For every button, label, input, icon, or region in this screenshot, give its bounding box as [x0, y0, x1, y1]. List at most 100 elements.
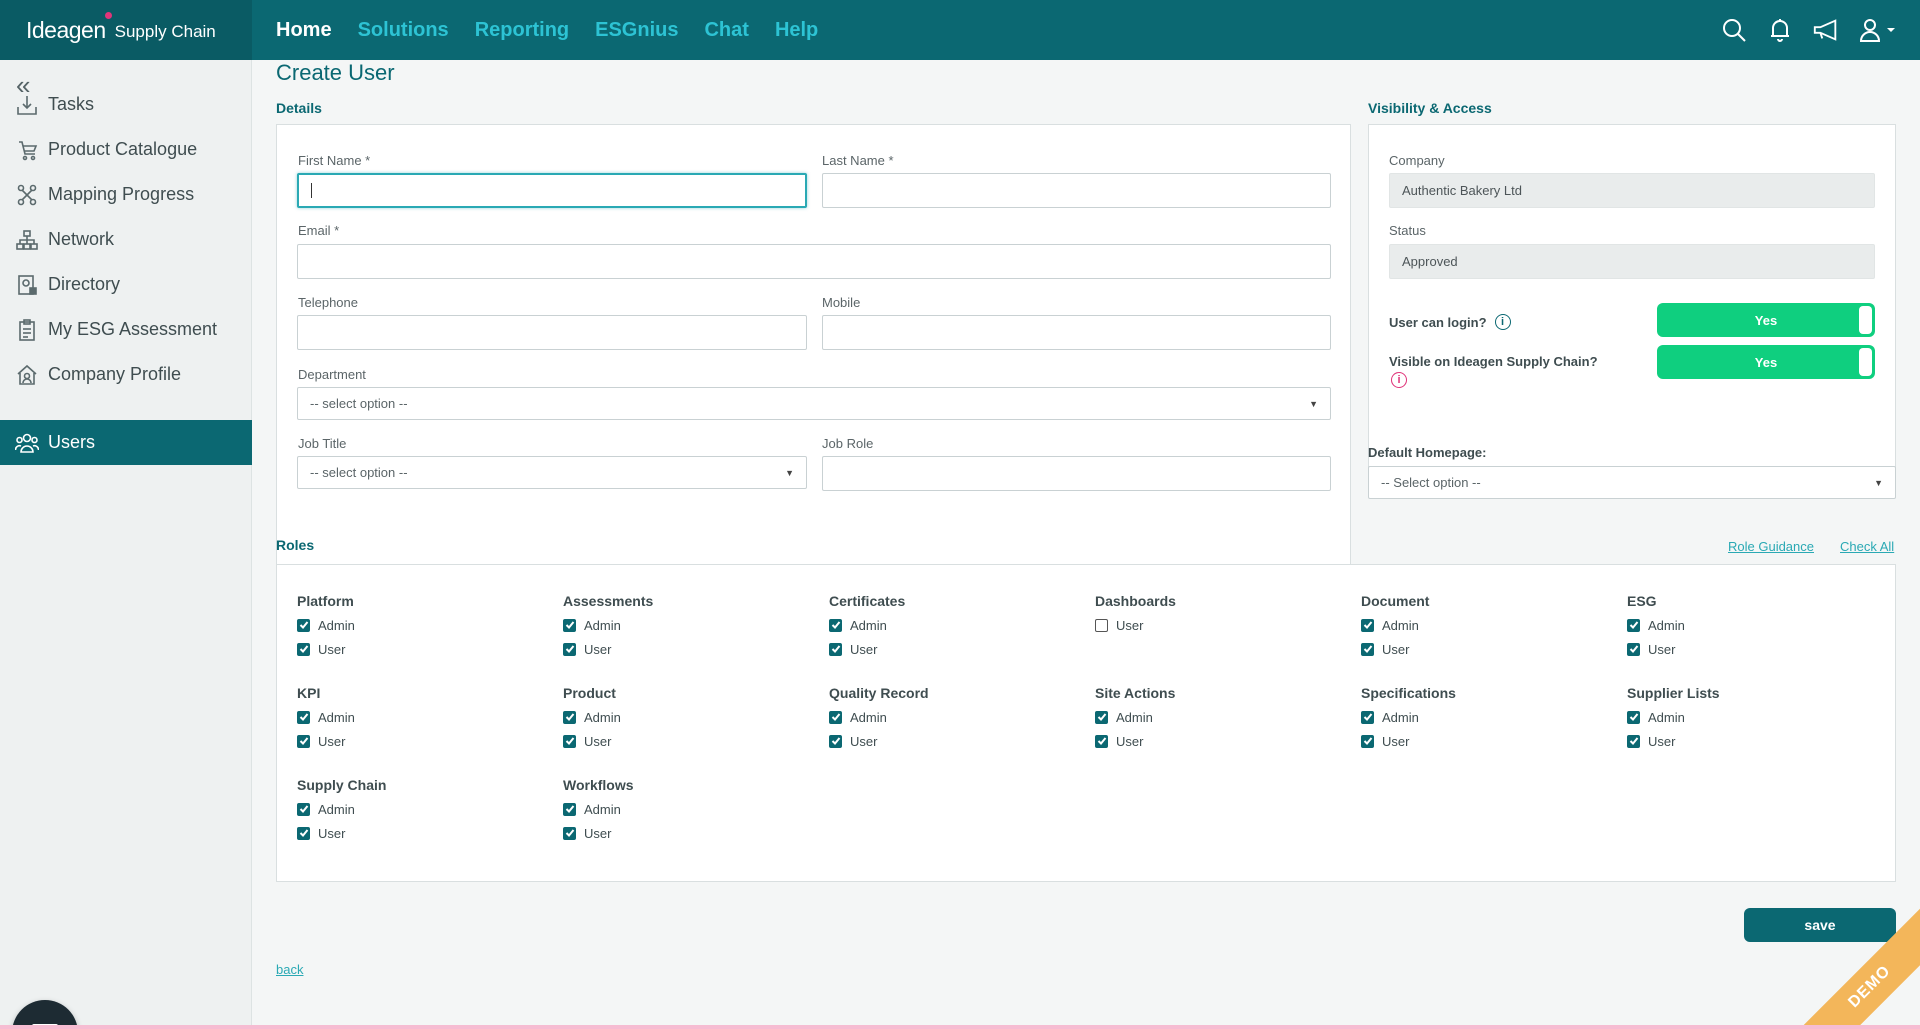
nav-solutions[interactable]: Solutions: [358, 19, 449, 42]
role-option-label: Admin: [1648, 617, 1685, 633]
role-group-title: Supply Chain: [297, 777, 387, 793]
role-option-user[interactable]: User: [563, 729, 803, 753]
job-title-select[interactable]: -- select option -- ▼: [297, 456, 807, 489]
user-can-login-toggle[interactable]: Yes: [1657, 303, 1875, 337]
checkbox-unchecked[interactable]: [1095, 618, 1108, 632]
role-option-admin[interactable]: Admin: [563, 705, 803, 729]
checkbox-checked[interactable]: [297, 618, 310, 632]
checkbox-checked[interactable]: [297, 734, 310, 748]
role-group-kpi: KPI Admin User: [297, 685, 537, 753]
nav-help[interactable]: Help: [775, 19, 818, 42]
users-icon: [14, 430, 40, 456]
checkbox-checked[interactable]: [563, 734, 576, 748]
info-icon[interactable]: i: [1494, 314, 1511, 330]
role-option-user[interactable]: User: [1627, 637, 1867, 661]
tray-icon: [14, 92, 40, 118]
logo[interactable]: Ideagen Supply Chain: [0, 0, 252, 60]
checkbox-checked[interactable]: [1627, 734, 1640, 748]
role-option-user[interactable]: User: [1095, 729, 1335, 753]
role-option-user[interactable]: User: [297, 637, 537, 661]
role-option-user[interactable]: User: [297, 729, 537, 753]
role-guidance-link[interactable]: Role Guidance: [1728, 539, 1814, 554]
sidebar-item-tasks[interactable]: Tasks: [0, 82, 252, 127]
nav-home[interactable]: Home: [276, 19, 332, 42]
role-option-admin[interactable]: Admin: [1361, 613, 1601, 637]
search-icon[interactable]: [1720, 16, 1748, 44]
role-option-label: User: [318, 641, 346, 657]
checkbox-checked[interactable]: [1095, 710, 1108, 724]
back-link[interactable]: back: [276, 962, 303, 977]
sidebar-item-network[interactable]: Network: [0, 217, 252, 262]
checkbox-checked[interactable]: [1361, 734, 1374, 748]
checkbox-checked[interactable]: [1361, 642, 1374, 656]
role-option-user[interactable]: User: [829, 729, 1069, 753]
role-option-user[interactable]: User: [1627, 729, 1867, 753]
checkbox-checked[interactable]: [1627, 710, 1640, 724]
check-all-link[interactable]: Check All: [1840, 539, 1894, 554]
role-option-admin[interactable]: Admin: [829, 613, 1069, 637]
role-option-admin[interactable]: Admin: [829, 705, 1069, 729]
checkbox-checked[interactable]: [1095, 734, 1108, 748]
checkbox-checked[interactable]: [563, 802, 576, 816]
checkbox-checked[interactable]: [1361, 618, 1374, 632]
job-role-field[interactable]: [822, 456, 1331, 491]
checkbox-checked[interactable]: [1627, 642, 1640, 656]
sidebar-item-directory[interactable]: Directory: [0, 262, 252, 307]
role-option-label: Admin: [1382, 617, 1419, 633]
nav-reporting[interactable]: Reporting: [475, 19, 569, 42]
role-option-admin[interactable]: Admin: [1627, 705, 1867, 729]
role-option-admin[interactable]: Admin: [297, 705, 537, 729]
checkbox-checked[interactable]: [829, 734, 842, 748]
first-name-field[interactable]: [297, 173, 807, 208]
role-option-user[interactable]: User: [297, 821, 537, 845]
role-option-admin[interactable]: Admin: [297, 797, 537, 821]
nav-esgnius[interactable]: ESGnius: [595, 19, 678, 42]
nav-chat[interactable]: Chat: [704, 19, 748, 42]
role-option-admin[interactable]: Admin: [1627, 613, 1867, 637]
role-option-user[interactable]: User: [563, 821, 803, 845]
email-field[interactable]: [297, 244, 1331, 279]
checkbox-checked[interactable]: [1627, 618, 1640, 632]
role-option-admin[interactable]: Admin: [563, 797, 803, 821]
checkbox-checked[interactable]: [297, 642, 310, 656]
sidebar-item-mapping-progress[interactable]: Mapping Progress: [0, 172, 252, 217]
role-option-user[interactable]: User: [563, 637, 803, 661]
department-select[interactable]: -- select option -- ▼: [297, 387, 1331, 420]
checkbox-checked[interactable]: [563, 826, 576, 840]
role-option-admin[interactable]: Admin: [563, 613, 803, 637]
role-option-admin[interactable]: Admin: [1095, 705, 1335, 729]
role-option-user[interactable]: User: [829, 637, 1069, 661]
checkbox-checked[interactable]: [563, 618, 576, 632]
sidebar-item-product-catalogue[interactable]: Product Catalogue: [0, 127, 252, 172]
role-group-title: Document: [1361, 593, 1430, 609]
checkbox-checked[interactable]: [563, 642, 576, 656]
role-option-user[interactable]: User: [1361, 637, 1601, 661]
bell-icon[interactable]: [1766, 16, 1794, 44]
company-icon: [14, 362, 40, 388]
role-option-user[interactable]: User: [1095, 613, 1335, 637]
checkbox-checked[interactable]: [829, 642, 842, 656]
user-icon[interactable]: [1858, 16, 1898, 44]
default-homepage-select[interactable]: -- Select option -- ▼: [1368, 466, 1896, 499]
last-name-field[interactable]: [822, 173, 1331, 208]
info-icon[interactable]: i: [1391, 372, 1407, 388]
checkbox-checked[interactable]: [829, 710, 842, 724]
role-option-admin[interactable]: Admin: [1361, 705, 1601, 729]
checkbox-checked[interactable]: [563, 710, 576, 724]
save-button[interactable]: save: [1744, 908, 1896, 942]
checkbox-checked[interactable]: [297, 802, 310, 816]
role-group-title: Site Actions: [1095, 685, 1176, 701]
mobile-field[interactable]: [822, 315, 1331, 350]
role-option-user[interactable]: User: [1361, 729, 1601, 753]
sidebar-item-company-profile[interactable]: Company Profile: [0, 352, 252, 397]
megaphone-icon[interactable]: [1812, 16, 1840, 44]
telephone-field[interactable]: [297, 315, 807, 350]
sidebar-item-users[interactable]: Users: [0, 420, 252, 465]
checkbox-checked[interactable]: [829, 618, 842, 632]
checkbox-checked[interactable]: [1361, 710, 1374, 724]
role-option-admin[interactable]: Admin: [297, 613, 537, 637]
sidebar-item-my-esg-assessment[interactable]: My ESG Assessment: [0, 307, 252, 352]
checkbox-checked[interactable]: [297, 826, 310, 840]
checkbox-checked[interactable]: [297, 710, 310, 724]
visible-on-supply-chain-toggle[interactable]: Yes: [1657, 345, 1875, 379]
